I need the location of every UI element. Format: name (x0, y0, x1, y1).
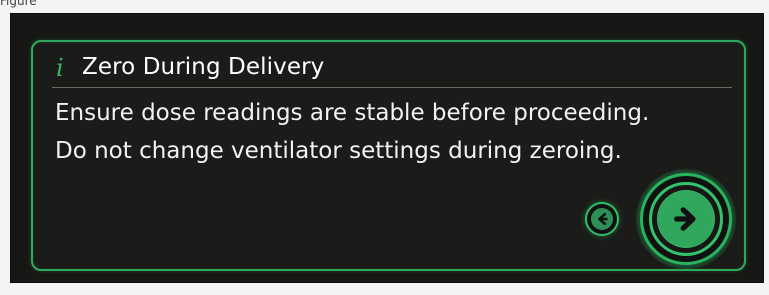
page: Figure i Zero During Delivery Ensure dos… (0, 0, 769, 295)
next-arrow-icon (657, 190, 715, 248)
dialog-title: Zero During Delivery (82, 54, 325, 80)
message-line-1: Ensure dose readings are stable before p… (55, 100, 650, 126)
next-button[interactable] (640, 173, 732, 265)
dialog-message: Ensure dose readings are stable before p… (55, 94, 735, 170)
next-button-ring (649, 182, 723, 256)
device-screen: i Zero During Delivery Ensure dose readi… (10, 13, 764, 283)
back-arrow-icon (591, 208, 613, 230)
zero-during-delivery-dialog: i Zero During Delivery Ensure dose readi… (31, 40, 746, 271)
title-divider (52, 87, 732, 88)
info-icon: i (56, 54, 64, 82)
dialog-title-row: i Zero During Delivery (56, 52, 733, 82)
figure-caption: Figure (0, 0, 37, 8)
back-button[interactable] (585, 202, 619, 236)
message-line-2: Do not change ventilator settings during… (55, 138, 622, 164)
